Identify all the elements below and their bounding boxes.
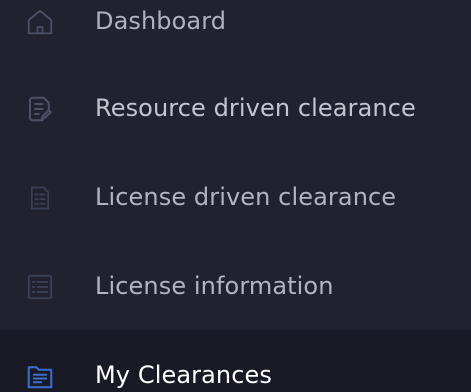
home-icon (22, 4, 58, 40)
sidebar-nav: Dashboard Resource driven clearance Lice… (0, 0, 471, 392)
checklist-icon (22, 269, 58, 305)
sidebar-item-license-information[interactable]: License information (0, 243, 471, 331)
sidebar-item-resource-driven-clearance[interactable]: Resource driven clearance (0, 65, 471, 153)
sidebar-item-label: Resource driven clearance (95, 94, 416, 122)
document-edit-icon (22, 91, 58, 127)
sidebar-item-label: My Clearances (95, 361, 272, 389)
sidebar-item-my-clearances[interactable]: My Clearances (0, 330, 471, 392)
sidebar-item-label: License information (95, 272, 334, 300)
sidebar-item-dashboard[interactable]: Dashboard (0, 0, 471, 66)
sidebar-item-label: License driven clearance (95, 183, 397, 211)
document-list-icon (22, 180, 58, 216)
folder-document-icon (22, 358, 58, 392)
sidebar-item-label: Dashboard (95, 7, 227, 35)
sidebar-item-license-driven-clearance[interactable]: License driven clearance (0, 154, 471, 242)
